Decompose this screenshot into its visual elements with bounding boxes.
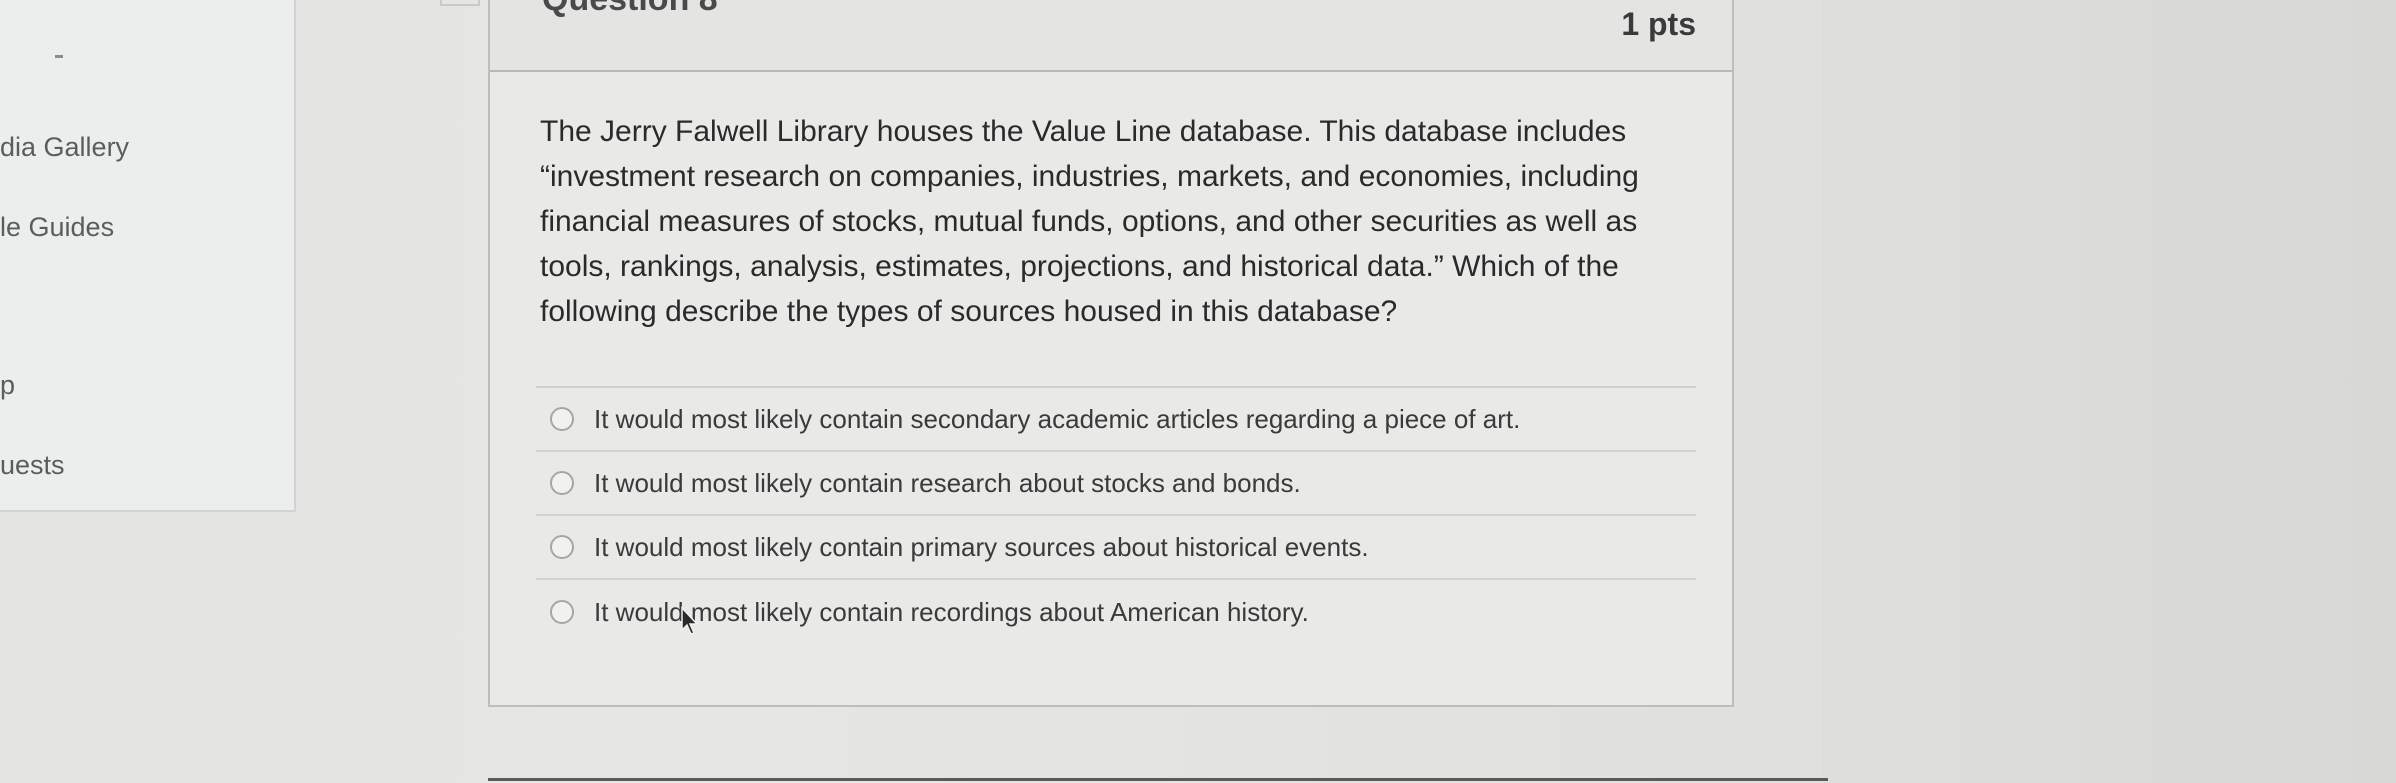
question-text: The Jerry Falwell Library houses the Val… — [540, 115, 1639, 328]
sidebar-item-media-gallery[interactable]: dia Gallery — [0, 132, 129, 163]
answer-option-3[interactable]: It would most likely contain primary sou… — [536, 516, 1696, 580]
radio-button-icon[interactable] — [550, 535, 574, 559]
course-navigation-sidebar: dia Gallery le Guides p uests — [0, 0, 296, 512]
answer-option-4[interactable]: It would most likely contain recordings … — [536, 580, 1696, 644]
sidebar-item-guides[interactable]: le Guides — [0, 212, 114, 243]
sidebar-item-label: uests — [0, 450, 65, 480]
answer-label: It would most likely contain primary sou… — [594, 531, 1369, 562]
radio-button-icon[interactable] — [550, 471, 574, 495]
answer-label: It would most likely contain research ab… — [594, 467, 1301, 498]
sidebar-marker-icon — [55, 55, 63, 58]
tab-stub — [440, 0, 480, 6]
question-title: Question 8 — [542, 0, 718, 19]
radio-button-icon[interactable] — [550, 407, 574, 431]
sidebar-item-help[interactable]: p — [0, 370, 15, 401]
question-points: 1 pts — [1621, 6, 1696, 42]
question-header: Question 8 1 pts — [490, 0, 1732, 72]
answer-option-1[interactable]: It would most likely contain secondary a… — [536, 388, 1696, 452]
sidebar-item-label: dia Gallery — [0, 132, 130, 162]
answer-option-2[interactable]: It would most likely contain research ab… — [536, 452, 1696, 516]
answer-label: It would most likely contain secondary a… — [594, 403, 1521, 434]
page-divider — [488, 778, 1828, 781]
question-card: Question 8 1 pts The Jerry Falwell Libra… — [488, 0, 1734, 707]
sidebar-item-requests[interactable]: uests — [0, 450, 65, 481]
background-shade — [1822, 0, 2396, 783]
answer-list: It would most likely contain secondary a… — [536, 386, 1696, 644]
radio-button-icon[interactable] — [550, 600, 574, 624]
sidebar-item-label: p — [0, 370, 16, 400]
mouse-pointer-icon — [681, 606, 699, 635]
sidebar-item-label: le Guides — [0, 212, 115, 242]
